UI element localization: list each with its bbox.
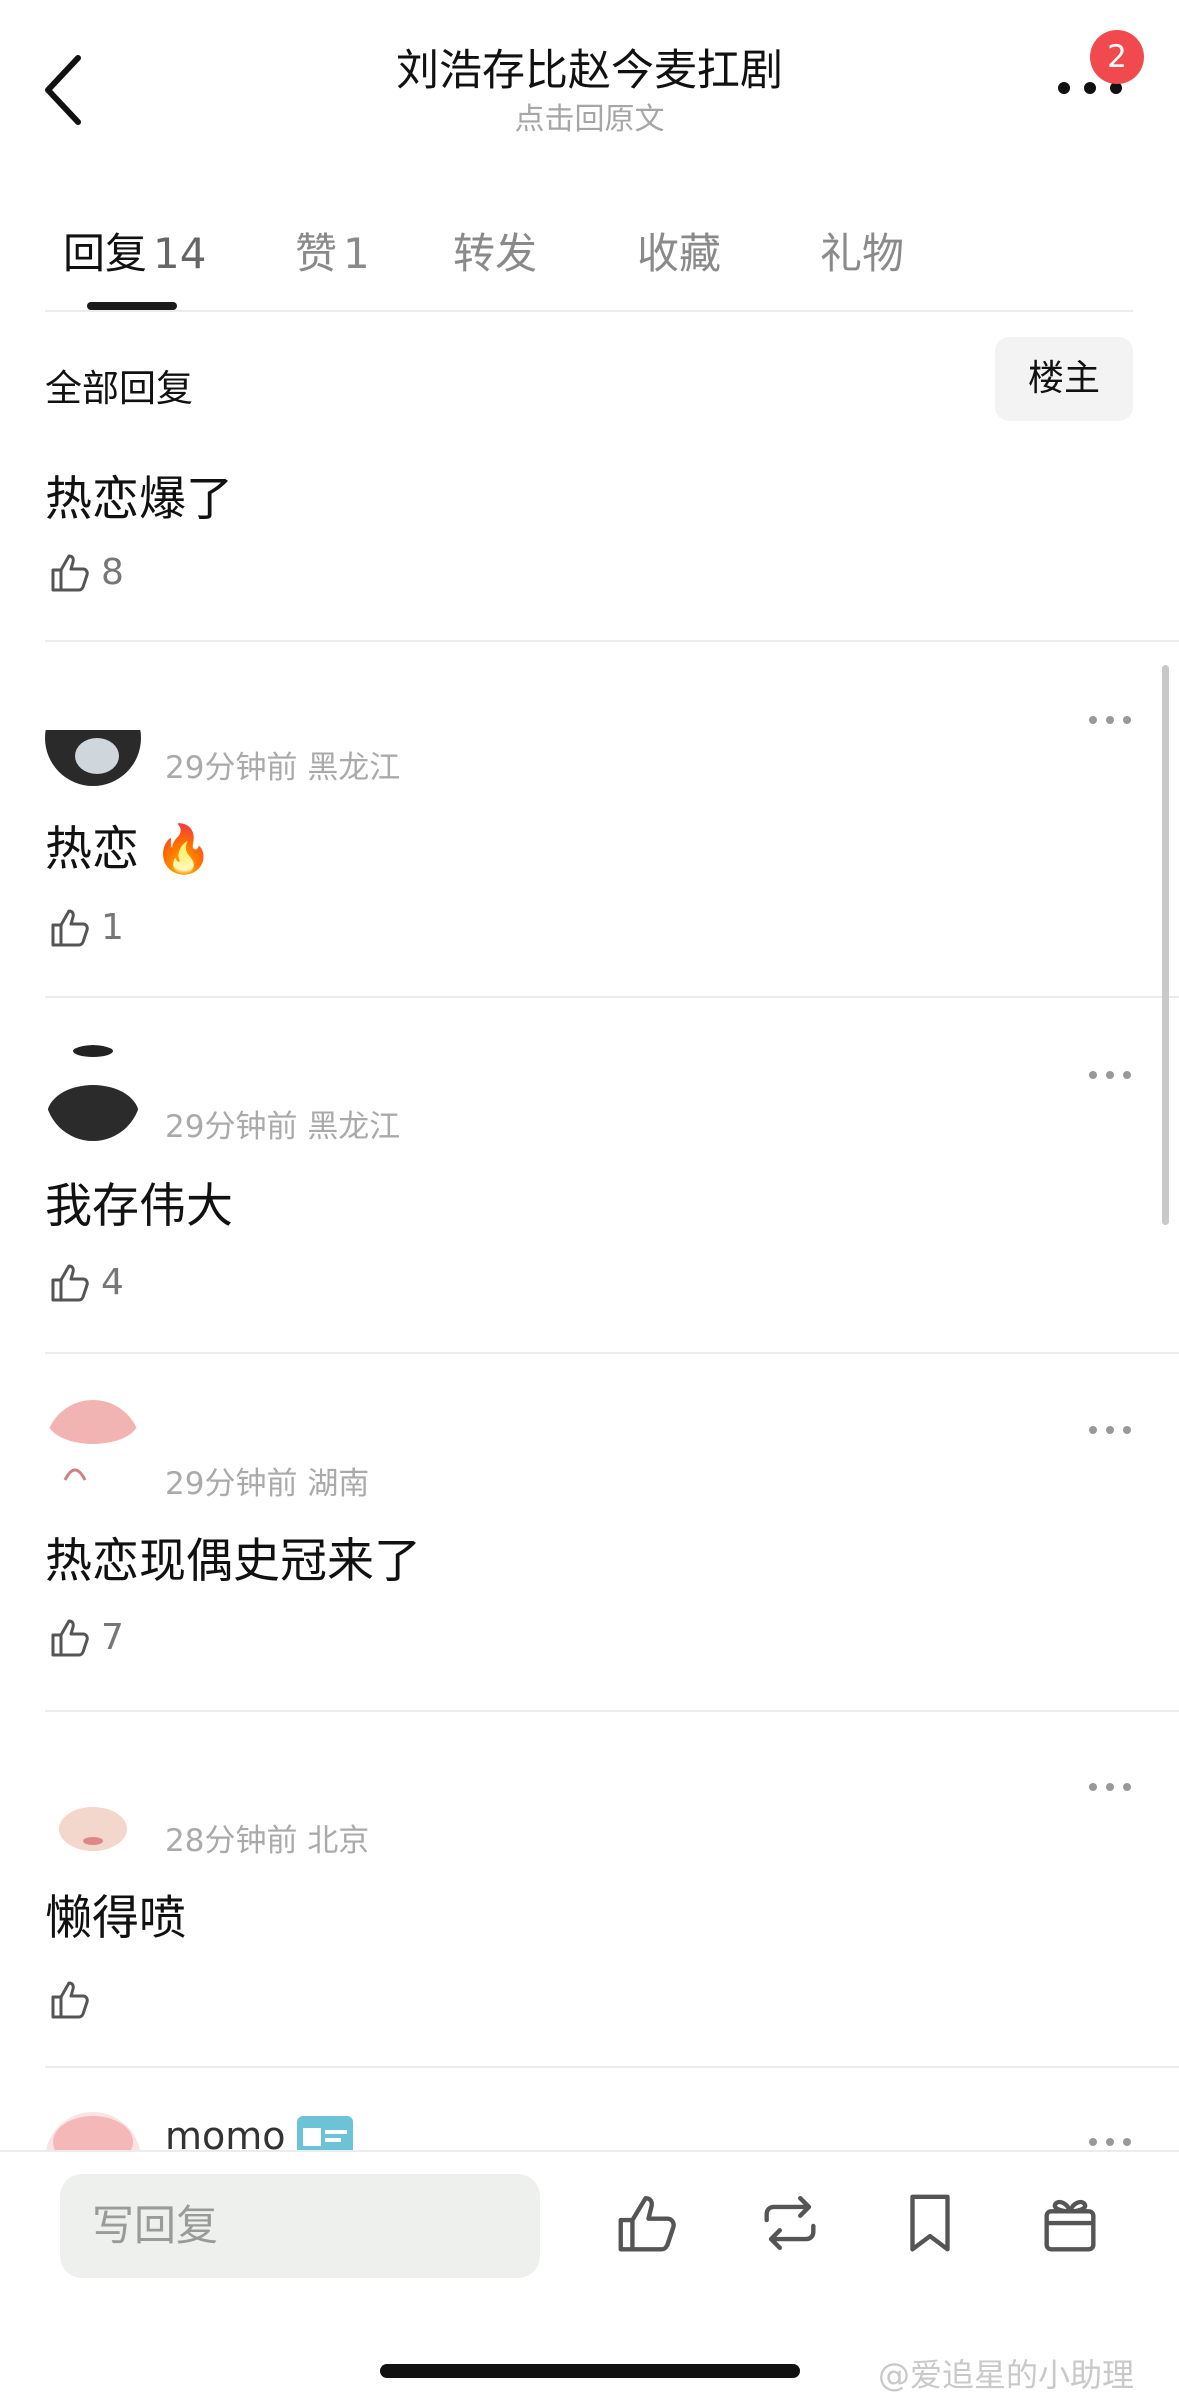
notification-badge: 2	[1090, 30, 1144, 84]
divider	[45, 2066, 1179, 2068]
avatar-image	[45, 690, 141, 786]
more-dots-icon	[1089, 1426, 1131, 1434]
comment-more-button[interactable]	[1085, 1065, 1135, 1085]
thumbs-up-icon	[51, 909, 89, 947]
reply-input[interactable]: 写回复	[60, 2174, 540, 2278]
like-count: 8	[101, 551, 124, 593]
divider	[45, 1352, 1179, 1354]
like-post-button[interactable]	[612, 2188, 682, 2258]
comment-location: 湖南	[307, 1466, 370, 1502]
comment-text: 热恋 🔥	[45, 822, 213, 877]
like-count: 1	[101, 906, 124, 948]
tab-count: 14	[153, 229, 207, 278]
tab-bar: 回复 14 赞1 转发 收藏 礼物	[45, 200, 1133, 312]
tab-label: 赞	[295, 229, 338, 278]
thumbs-up-icon	[51, 1619, 89, 1657]
comment-text: 热恋现偶史冠来了	[45, 1534, 421, 1589]
tab-label: 转发	[453, 229, 538, 278]
bookmark-button[interactable]	[895, 2188, 965, 2258]
repost-button[interactable]	[755, 2188, 825, 2258]
scrollbar[interactable]	[1162, 665, 1169, 1225]
all-replies-label: 全部回复	[45, 367, 193, 410]
tab-label: 收藏	[637, 229, 722, 278]
like-button[interactable]: 4	[45, 1257, 124, 1307]
tab-replies[interactable]: 回复 14	[63, 220, 206, 281]
gift-icon	[1044, 2199, 1096, 2252]
comment-more-button[interactable]	[1085, 710, 1135, 730]
comment-location: 北京	[307, 1823, 370, 1859]
avatar[interactable]	[45, 690, 141, 786]
comment-time: 29分钟前	[165, 1109, 298, 1145]
avatar[interactable]	[45, 1045, 141, 1141]
active-tab-indicator	[87, 302, 177, 310]
avatar-image	[45, 1400, 141, 1496]
more-dots-icon	[1089, 716, 1131, 724]
tab-favorites[interactable]: 收藏	[637, 220, 721, 281]
home-indicator[interactable]	[380, 2364, 800, 2378]
comment-time: 29分钟前	[165, 1466, 298, 1502]
tab-label: 回复	[63, 229, 148, 278]
like-button[interactable]: 1	[45, 902, 124, 952]
thumbs-up-icon	[51, 1981, 89, 2019]
comment-more-button[interactable]	[1085, 1777, 1135, 1797]
gift-button[interactable]	[1035, 2188, 1105, 2258]
avatar[interactable]	[45, 1757, 141, 1853]
comment-time: 28分钟前	[165, 1823, 298, 1859]
repost-icon	[764, 2196, 816, 2250]
comment-meta: 29分钟前 湖南	[165, 1458, 369, 1503]
tab-likes[interactable]: 赞1	[295, 220, 370, 281]
more-dots-icon	[1089, 2138, 1131, 2146]
comment-text: 懒得喷	[45, 1891, 186, 1946]
back-to-original-link[interactable]: 点击回原文	[0, 94, 1179, 138]
tab-count: 1	[343, 229, 370, 278]
like-button[interactable]	[45, 1974, 101, 2024]
comment-location: 黑龙江	[307, 750, 401, 786]
comment-text: 热恋爆了	[45, 472, 233, 527]
like-button[interactable]: 7	[45, 1612, 124, 1662]
header-bar: 刘浩存比赵今麦扛剧 点击回原文 2	[0, 0, 1179, 150]
divider	[45, 640, 1179, 642]
divider	[45, 1710, 1179, 1712]
tab-label: 礼物	[820, 229, 905, 278]
like-count: 7	[101, 1616, 124, 1658]
more-dots-icon	[1089, 1783, 1131, 1791]
thumbs-up-icon	[51, 554, 89, 592]
watermark: @爱追星的小助理	[878, 2356, 1135, 2394]
comment-meta: 28分钟前 北京	[165, 1815, 369, 1860]
comment-text: 我存伟大	[45, 1179, 233, 1234]
bookmark-icon	[910, 2194, 950, 2252]
comment-meta: 29分钟前 黑龙江	[165, 742, 400, 787]
page-title: 刘浩存比赵今麦扛剧	[396, 46, 783, 96]
comment-meta: 29分钟前 黑龙江	[165, 1101, 400, 1146]
op-only-filter-button[interactable]: 楼主	[995, 337, 1133, 421]
like-button[interactable]: 8	[45, 547, 124, 597]
thumbs-up-icon	[51, 1264, 89, 1302]
divider	[45, 996, 1179, 998]
avatar[interactable]	[45, 1400, 141, 1496]
more-dots-icon	[1089, 1071, 1131, 1079]
comment-more-button[interactable]	[1085, 1420, 1135, 1440]
comment-more-button[interactable]	[1085, 2132, 1135, 2152]
comment-time: 29分钟前	[165, 750, 298, 786]
comment-location: 黑龙江	[307, 1109, 401, 1145]
like-count: 4	[101, 1261, 124, 1303]
avatar-image	[45, 1757, 141, 1853]
tab-reposts[interactable]: 转发	[453, 220, 537, 281]
tab-gifts[interactable]: 礼物	[820, 220, 904, 281]
avatar-image	[45, 1045, 141, 1141]
thumbs-up-icon	[618, 2196, 676, 2252]
